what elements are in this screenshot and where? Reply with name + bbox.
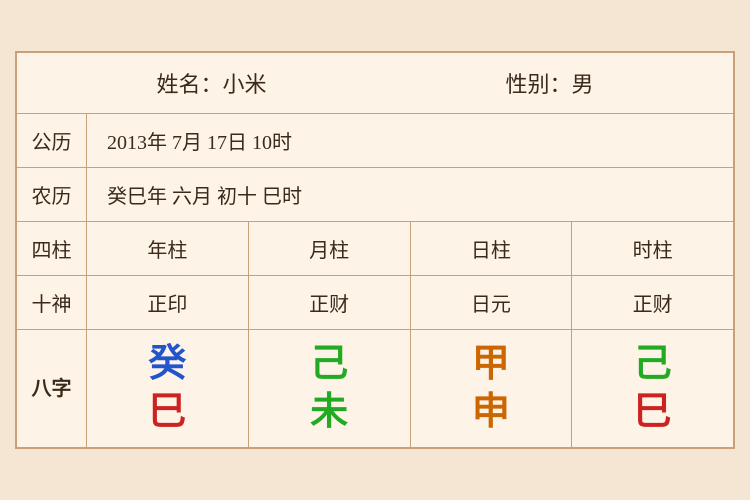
bazi-day-top: 甲 bbox=[472, 344, 510, 386]
bazi-year-top: 癸 bbox=[148, 344, 186, 386]
columns-label: 四柱 bbox=[17, 222, 87, 275]
day-column-label: 日柱 bbox=[411, 222, 573, 275]
bazi-row: 八字 癸 巳 己 未 甲 申 己 巳 bbox=[17, 330, 733, 448]
bazi-year-bottom: 巳 bbox=[148, 392, 186, 434]
bazi-hour-cell: 己 巳 bbox=[572, 330, 733, 448]
solar-label: 公历 bbox=[17, 114, 87, 167]
year-column-label: 年柱 bbox=[87, 222, 249, 275]
month-column-label: 月柱 bbox=[249, 222, 411, 275]
bazi-hour-top: 己 bbox=[634, 344, 672, 386]
bazi-month-top: 己 bbox=[310, 344, 348, 386]
columns-row: 四柱 年柱 月柱 日柱 时柱 bbox=[17, 222, 733, 276]
bazi-month-bottom: 未 bbox=[310, 392, 348, 434]
name-label: 姓名：小米 bbox=[156, 67, 266, 99]
bazi-month-cell: 己 未 bbox=[249, 330, 411, 448]
bazi-hour-bottom: 巳 bbox=[634, 392, 672, 434]
shishen-hour: 正财 bbox=[572, 276, 733, 329]
hour-column-label: 时柱 bbox=[572, 222, 733, 275]
gender-label: 性别：男 bbox=[505, 67, 593, 99]
bazi-label: 八字 bbox=[32, 378, 72, 400]
bazi-day-cell: 甲 申 bbox=[411, 330, 573, 448]
bazi-year-cell: 癸 巳 bbox=[87, 330, 249, 448]
lunar-value: 癸巳年 六月 初十 巳时 bbox=[87, 168, 733, 221]
shishen-label: 十神 bbox=[17, 276, 87, 329]
shishen-month: 正财 bbox=[249, 276, 411, 329]
solar-value: 2013年 7月 17日 10时 bbox=[87, 114, 733, 167]
header-row: 姓名：小米 性别：男 bbox=[17, 53, 733, 114]
solar-row: 公历 2013年 7月 17日 10时 bbox=[17, 114, 733, 168]
shishen-year: 正印 bbox=[87, 276, 249, 329]
main-container: 姓名：小米 性别：男 公历 2013年 7月 17日 10时 农历 癸巳年 六月… bbox=[15, 51, 735, 450]
bazi-label-cell: 八字 bbox=[17, 330, 87, 448]
bazi-day-bottom: 申 bbox=[472, 392, 510, 434]
shishen-day: 日元 bbox=[411, 276, 573, 329]
shishen-row: 十神 正印 正财 日元 正财 bbox=[17, 276, 733, 330]
lunar-label: 农历 bbox=[17, 168, 87, 221]
lunar-row: 农历 癸巳年 六月 初十 巳时 bbox=[17, 168, 733, 222]
